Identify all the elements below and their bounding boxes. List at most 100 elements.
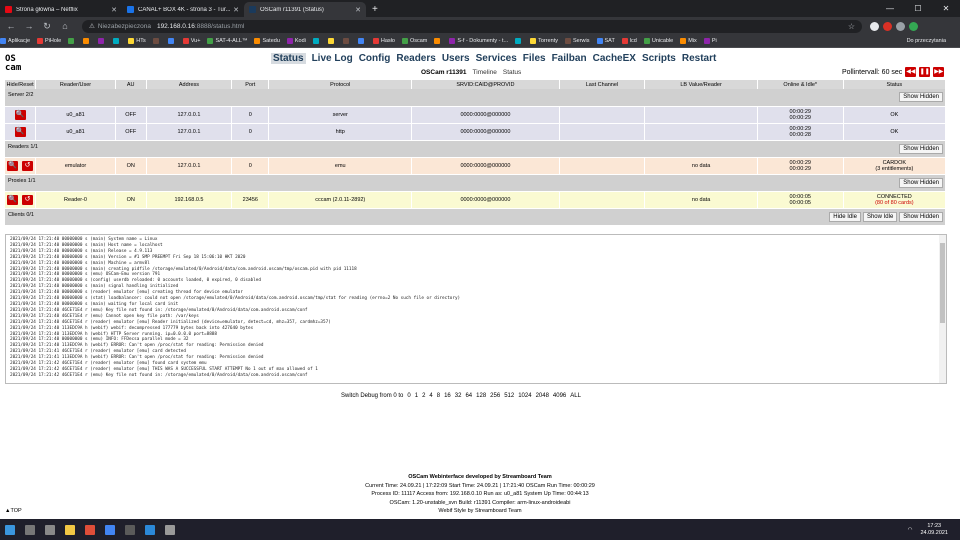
top-link[interactable]: ▲TOP — [5, 508, 22, 514]
bookmark-item[interactable] — [434, 38, 442, 44]
close-icon[interactable]: ✕ — [111, 6, 117, 14]
extension-icon[interactable] — [883, 21, 892, 31]
menu-item[interactable]: Readers — [396, 53, 435, 64]
show-hidden-button[interactable]: Show Hidden — [899, 143, 943, 154]
close-icon[interactable]: ✕ — [355, 6, 361, 14]
browser-tab[interactable]: Strona główna – Netflix ✕ — [0, 2, 122, 17]
bookmark-item[interactable]: Satedu — [254, 38, 280, 44]
menu-item[interactable]: Restart — [682, 53, 716, 64]
bookmark-item[interactable]: Unicable — [643, 38, 673, 44]
bookmark-item[interactable]: Pi — [703, 38, 717, 44]
menu-item[interactable]: Status — [271, 53, 306, 64]
show-hidden-button[interactable]: Show Hidden — [899, 177, 943, 188]
bookmark-item[interactable]: S-f - Dokumenty - t... — [449, 38, 508, 44]
profile-icon[interactable] — [870, 21, 879, 31]
forward-button[interactable]: ▶▶ — [933, 67, 945, 77]
bookmark-item[interactable] — [167, 38, 176, 44]
back-icon[interactable]: ← — [4, 21, 18, 31]
bookmark-item[interactable]: Mix — [680, 38, 697, 44]
hide-idle-button[interactable]: Hide Idle — [829, 211, 861, 222]
log-box[interactable]: 2021/09/24 17:21:40 00000000 s (main) Sy… — [5, 234, 947, 384]
menu-item[interactable]: Live Log — [312, 53, 353, 64]
debug-level-link[interactable]: 32 — [455, 393, 462, 399]
bookmark-item[interactable] — [68, 38, 76, 44]
app-icon[interactable] — [145, 524, 155, 535]
bookmark-item[interactable] — [83, 38, 91, 44]
bookmark-item[interactable]: SAT-4-ALL™ — [207, 38, 247, 44]
bookmark-item[interactable]: Kodi — [286, 38, 306, 44]
debug-level-link[interactable]: 128 — [476, 393, 486, 399]
debug-level-link[interactable]: 1024 — [518, 393, 531, 399]
search-icon[interactable]: 🔍 — [14, 109, 26, 120]
refresh-icon[interactable]: ↺ — [22, 160, 34, 171]
start-icon[interactable] — [5, 524, 15, 535]
close-icon[interactable]: ✕ — [233, 6, 239, 14]
bookmark-item[interactable] — [98, 38, 106, 44]
debug-level-link[interactable]: 8 — [437, 393, 440, 399]
menu-item[interactable]: CacheEX — [593, 53, 636, 64]
menu-item[interactable]: Scripts — [642, 53, 676, 64]
bookmark-item[interactable]: SAT — [596, 38, 615, 44]
show-hidden-button[interactable]: Show Hidden — [899, 211, 943, 222]
browser-tab[interactable]: CANAL+ BOX 4K - strona 3 - Tur... ✕ — [122, 2, 244, 17]
scroll-thumb[interactable] — [940, 243, 945, 323]
show-idle-button[interactable]: Show Idle — [862, 211, 898, 222]
log-scrollbar[interactable] — [939, 235, 946, 383]
app-icon[interactable] — [125, 524, 135, 535]
status-link[interactable]: Status — [503, 69, 521, 76]
timeline-link[interactable]: Timeline — [473, 69, 497, 76]
bookmark-item[interactable]: Torrenty — [530, 38, 558, 44]
bookmark-item[interactable] — [312, 38, 321, 44]
debug-level-link[interactable]: 4096 — [553, 393, 566, 399]
debug-level-link[interactable]: 1 — [415, 393, 418, 399]
debug-level-link[interactable]: 2048 — [536, 393, 549, 399]
star-icon[interactable]: ☆ — [848, 22, 855, 31]
bookmark-item[interactable]: Serwis — [565, 38, 590, 44]
wifi-icon[interactable]: ◠ — [908, 527, 913, 533]
address-bar[interactable]: ⚠ Niezabezpieczona 192.168.0.16 :8888/st… — [82, 19, 862, 33]
bookmark-item[interactable]: Hasło — [372, 38, 395, 44]
search-icon[interactable] — [25, 524, 35, 535]
maximize-icon[interactable]: ☐ — [904, 0, 932, 17]
folder-icon[interactable] — [65, 524, 75, 535]
menu-item[interactable]: Services — [476, 53, 517, 64]
bookmark-item[interactable]: lcd — [621, 38, 637, 44]
menu-item[interactable]: Failban — [552, 53, 587, 64]
search-icon[interactable]: 🔍 — [7, 160, 19, 171]
forward-icon[interactable]: → — [22, 21, 36, 31]
browser-tab[interactable]: OSCam r11391 (Status) ✕ — [244, 2, 366, 17]
bookmark-item[interactable] — [152, 38, 161, 44]
bookmark-item[interactable]: Aplikacje — [0, 38, 30, 44]
taskview-icon[interactable] — [45, 524, 55, 535]
bookmark-item[interactable]: PiHole — [37, 38, 61, 44]
refresh-icon[interactable]: ↺ — [22, 194, 34, 205]
reload-icon[interactable]: ↻ — [40, 21, 54, 32]
home-icon[interactable]: ⌂ — [58, 21, 72, 31]
pause-button[interactable]: ❚❚ — [919, 67, 931, 77]
app-icon[interactable] — [85, 524, 95, 535]
debug-level-link[interactable]: 256 — [490, 393, 500, 399]
debug-level-link[interactable]: 16 — [444, 393, 451, 399]
debug-level-link[interactable]: 0 — [407, 393, 410, 399]
bookmark-item[interactable] — [342, 38, 351, 44]
menu-item[interactable]: Files — [523, 53, 546, 64]
close-window-icon[interactable]: ✕ — [932, 0, 960, 17]
debug-level-link[interactable]: 4 — [429, 393, 432, 399]
new-tab-icon[interactable]: + — [366, 2, 384, 17]
rewind-button[interactable]: ◀◀ — [905, 67, 917, 77]
menu-item[interactable]: Config — [359, 53, 391, 64]
bookmark-item[interactable]: Oscam — [401, 38, 427, 44]
debug-level-link[interactable]: 64 — [465, 393, 472, 399]
bookmark-item[interactable]: Vu+ — [182, 38, 200, 44]
menu-item[interactable]: Users — [442, 53, 470, 64]
debug-level-link[interactable]: ALL — [570, 393, 581, 399]
avatar[interactable] — [909, 21, 918, 31]
app-icon[interactable] — [165, 524, 175, 535]
show-hidden-button[interactable]: Show Hidden — [899, 92, 943, 103]
reading-list[interactable]: Do przeczytania — [907, 38, 960, 44]
debug-level-link[interactable]: 512 — [504, 393, 514, 399]
debug-level-link[interactable]: 2 — [422, 393, 425, 399]
search-icon[interactable]: 🔍 — [7, 194, 19, 205]
bookmark-item[interactable] — [113, 38, 121, 44]
bookmark-item[interactable] — [327, 38, 336, 44]
